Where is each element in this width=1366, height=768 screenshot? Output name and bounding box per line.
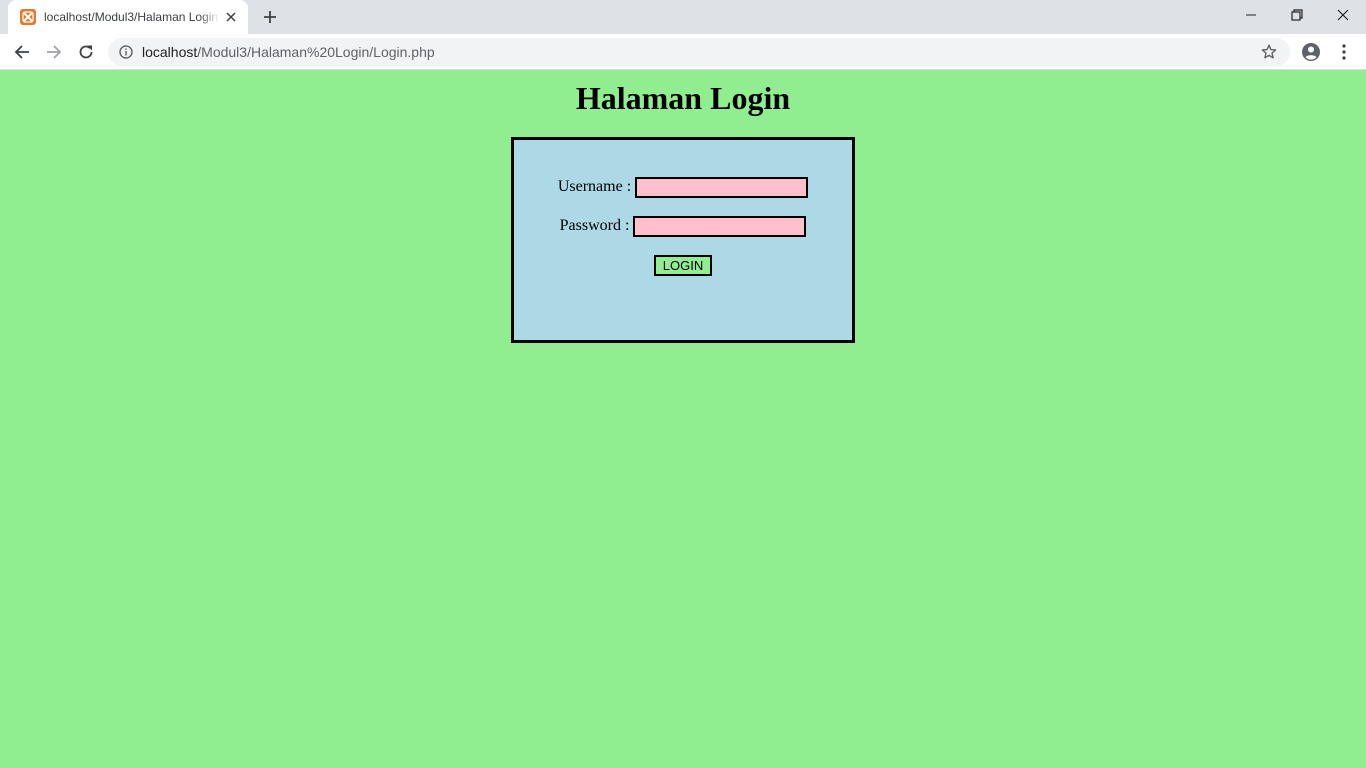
close-tab-icon[interactable] (223, 9, 239, 25)
tab-strip: localhost/Modul3/Halaman Login (0, 0, 1366, 34)
tab-title: localhost/Modul3/Halaman Login (44, 10, 219, 24)
login-form: Username : Password : LOGIN (511, 137, 855, 343)
url-host: localhost (142, 44, 198, 60)
account-icon[interactable] (1300, 41, 1322, 63)
minimize-icon[interactable] (1228, 0, 1274, 30)
star-icon[interactable] (1260, 43, 1278, 61)
url-text: localhost/Modul3/Halaman%20Login/Login.p… (142, 44, 435, 60)
back-arrow-icon[interactable] (8, 38, 36, 66)
reload-icon[interactable] (72, 38, 100, 66)
page-viewport: Halaman Login Username : Password : LOGI… (0, 70, 1366, 768)
url-path: /Modul3/Halaman%20Login/Login.php (197, 44, 435, 60)
password-row: Password : (514, 214, 852, 238)
info-icon[interactable] (118, 44, 134, 60)
window-close-icon[interactable] (1320, 0, 1366, 30)
forward-arrow-icon[interactable] (40, 38, 68, 66)
new-tab-plus-icon[interactable] (258, 5, 282, 29)
password-label: Password : (559, 217, 630, 234)
password-input[interactable] (633, 215, 807, 237)
page-title: Halaman Login (575, 80, 791, 116)
browser-tab[interactable]: localhost/Modul3/Halaman Login (8, 0, 248, 34)
xampp-icon (20, 9, 36, 25)
restore-icon[interactable] (1274, 0, 1320, 30)
login-row: LOGIN (514, 253, 852, 277)
login-button[interactable]: LOGIN (654, 254, 712, 276)
kebab-menu-icon[interactable] (1334, 41, 1354, 63)
browser-toolbar: localhost/Modul3/Halaman%20Login/Login.p… (0, 34, 1366, 70)
username-label: Username : (557, 178, 632, 195)
username-input[interactable] (635, 176, 809, 198)
username-row: Username : (514, 175, 852, 199)
address-bar[interactable]: localhost/Modul3/Halaman%20Login/Login.p… (108, 38, 1290, 66)
